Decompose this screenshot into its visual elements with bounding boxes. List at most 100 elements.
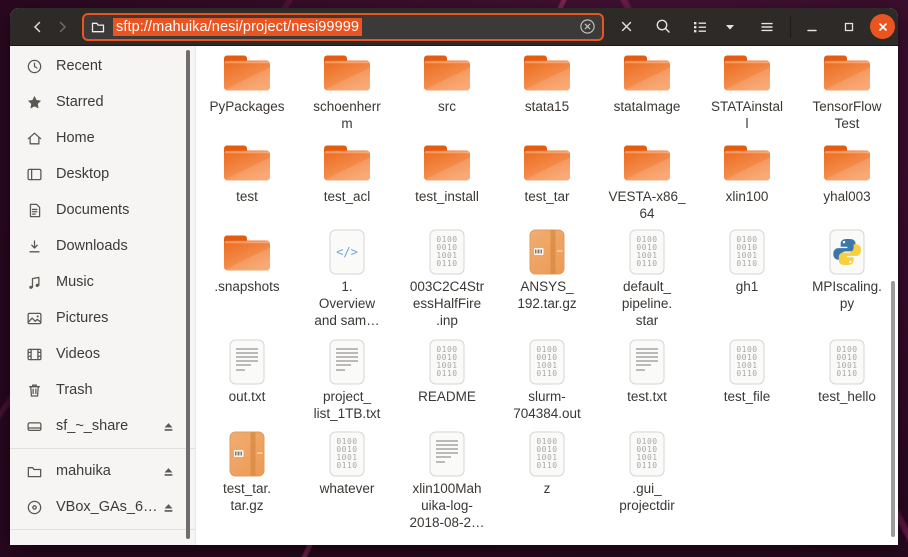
file-item[interactable]: 0100 0010 1001 0110 .gui_ projectdir <box>597 431 697 541</box>
view-options-button[interactable] <box>715 13 745 41</box>
sidebar-item-documents[interactable]: Documents <box>10 192 195 228</box>
file-item[interactable]: test.txt <box>597 339 697 431</box>
file-item[interactable]: stata15 <box>497 49 597 139</box>
desktop-icon <box>26 166 43 183</box>
menu-button[interactable] <box>752 13 782 41</box>
home-icon <box>26 130 43 147</box>
sidebar-item-other-locations[interactable]: Other Locations <box>10 534 195 545</box>
sidebar-item-sf-share[interactable]: sf_~_share <box>10 408 195 444</box>
file-item[interactable]: TensorFlow Test <box>797 49 897 139</box>
file-item[interactable]: VESTA-x86_ 64 <box>597 139 697 229</box>
file-item[interactable]: xlin100 <box>697 139 797 229</box>
binary-file-icon: 0100 0010 1001 0110 <box>729 229 765 275</box>
sidebar-item-videos[interactable]: Videos <box>10 336 195 372</box>
sidebar-item-pictures[interactable]: Pictures <box>10 300 195 336</box>
file-item[interactable]: 0100 0010 1001 0110 README <box>397 339 497 431</box>
file-item[interactable]: PyPackages <box>197 49 297 139</box>
sidebar-item-label: VBox_GAs_6… <box>56 499 158 515</box>
sidebar-item-recent[interactable]: Recent <box>10 48 195 84</box>
chevron-down-icon <box>723 20 737 34</box>
close-button[interactable] <box>870 14 895 39</box>
file-item[interactable]: src <box>397 49 497 139</box>
sidebar-item-starred[interactable]: Starred <box>10 84 195 120</box>
file-name: test_acl <box>323 189 371 204</box>
file-name: stata15 <box>524 99 570 114</box>
file-item[interactable]: ANSYS_ 192.tar.gz <box>497 229 597 339</box>
file-grid-row: test test_acl test_install test_tar VEST… <box>196 139 898 229</box>
cancel-location-button[interactable] <box>611 13 641 41</box>
file-grid-row: test_tar. tar.gz 0100 0010 1001 0110 what… <box>196 431 898 541</box>
location-entry[interactable]: sftp://mahuika/nesi/project/nesi99999 <box>82 12 604 41</box>
main-scrollbar[interactable] <box>891 281 895 537</box>
chevron-left-icon <box>30 19 46 35</box>
file-item[interactable]: 0100 0010 1001 0110 gh1 <box>697 229 797 339</box>
file-item[interactable]: xlin100Mah uika-log- 2018-08-2… <box>397 431 497 541</box>
file-item[interactable]: 0100 0010 1001 0110 test_file <box>697 339 797 431</box>
file-item[interactable]: 0100 0010 1001 0110 003C2C4Str essHalfFir… <box>397 229 497 339</box>
folder-icon <box>819 49 875 95</box>
file-item[interactable]: test <box>197 139 297 229</box>
sidebar-item-downloads[interactable]: Downloads <box>10 228 195 264</box>
file-name: slurm- 704384.out <box>513 389 581 421</box>
text-file-icon <box>629 339 665 385</box>
file-item[interactable]: 0100 0010 1001 0110 test_hello <box>797 339 897 431</box>
sidebar-scrollbar[interactable] <box>186 50 190 539</box>
clear-location-button[interactable] <box>579 18 596 35</box>
file-item[interactable]: stataImage <box>597 49 697 139</box>
file-item[interactable]: STATAinstal l <box>697 49 797 139</box>
file-name: 003C2C4Str essHalfFire .inp <box>409 279 485 328</box>
sidebar-item-trash[interactable]: Trash <box>10 372 195 408</box>
sidebar-separator <box>10 448 195 449</box>
file-name: test_file <box>723 389 771 404</box>
file-item[interactable]: test_install <box>397 139 497 229</box>
file-item[interactable]: 0100 0010 1001 0110 default_ pipeline. st… <box>597 229 697 339</box>
view-toggle-button[interactable] <box>685 13 715 41</box>
file-item[interactable]: project_ list_1TB.txt <box>297 339 397 431</box>
eject-button[interactable] <box>159 498 177 516</box>
binary-file-icon: 0100 0010 1001 0110 <box>529 431 565 477</box>
file-name: stataImage <box>613 99 681 114</box>
eject-button[interactable] <box>159 462 177 480</box>
svg-text:</>: </> <box>336 245 358 259</box>
sidebar-item-home[interactable]: Home <box>10 120 195 156</box>
file-item[interactable]: </> 1. Overview and sam… <box>297 229 397 339</box>
sidebar-item-desktop[interactable]: Desktop <box>10 156 195 192</box>
svg-text:0110: 0110 <box>836 369 857 378</box>
file-item[interactable]: test_acl <box>297 139 397 229</box>
svg-text:0110: 0110 <box>636 259 657 268</box>
video-icon <box>26 346 43 363</box>
minimize-button[interactable] <box>797 13 827 41</box>
document-icon <box>26 202 43 219</box>
file-item[interactable]: MPIscaling. py <box>797 229 897 339</box>
sidebar-item-music[interactable]: Music <box>10 264 195 300</box>
sidebar-item-mahuika[interactable]: mahuika <box>10 453 195 489</box>
file-item[interactable]: yhal003 <box>797 139 897 229</box>
file-item[interactable]: schoenherr m <box>297 49 397 139</box>
file-name: README <box>418 389 476 404</box>
svg-text:0110: 0110 <box>736 259 757 268</box>
back-button[interactable] <box>26 13 50 41</box>
list-view-icon <box>692 19 708 35</box>
file-item[interactable]: 0100 0010 1001 0110 z <box>497 431 597 541</box>
folder-icon <box>819 139 875 185</box>
text-file-icon <box>429 431 465 477</box>
file-item[interactable]: .snapshots <box>197 229 297 339</box>
file-item[interactable]: 0100 0010 1001 0110 slurm- 704384.out <box>497 339 597 431</box>
file-name: .gui_ projectdir <box>619 481 675 513</box>
sidebar-item-vbox-gas-6[interactable]: VBox_GAs_6… <box>10 489 195 525</box>
folder-icon <box>619 139 675 185</box>
binary-file-icon: 0100 0010 1001 0110 <box>629 229 665 275</box>
eject-button[interactable] <box>159 417 177 435</box>
file-item[interactable]: out.txt <box>197 339 297 431</box>
maximize-button[interactable] <box>834 13 864 41</box>
search-button[interactable] <box>648 13 678 41</box>
search-icon <box>655 18 672 35</box>
clock-icon <box>26 58 43 75</box>
file-name: test_tar. tar.gz <box>222 481 272 513</box>
forward-button[interactable] <box>50 13 74 41</box>
sidebar-item-label: Videos <box>56 346 101 362</box>
file-item[interactable]: 0100 0010 1001 0110 whatever <box>297 431 397 541</box>
file-grid-row: .snapshots </> 1. Overview and sam… 0100 … <box>196 229 898 339</box>
file-item[interactable]: test_tar. tar.gz <box>197 431 297 541</box>
file-item[interactable]: test_tar <box>497 139 597 229</box>
